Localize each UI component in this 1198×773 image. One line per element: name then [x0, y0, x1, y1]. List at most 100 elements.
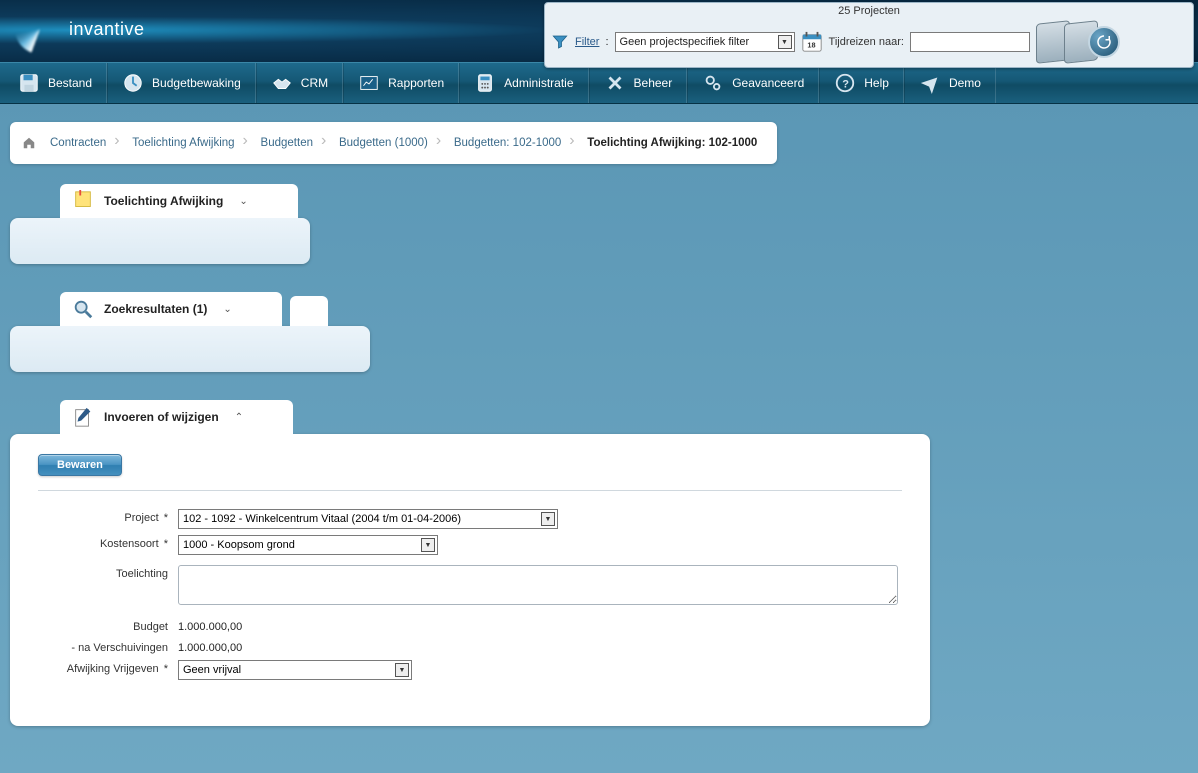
na-verschuivingen-value: 1.000.000,00	[178, 639, 242, 654]
form-panel-body: Bewaren Project * 102 - 1092 - Winkelcen…	[10, 434, 930, 726]
required-marker: *	[164, 538, 168, 550]
afwijking-vrijgeven-value: Geen vrijval	[183, 664, 241, 676]
panel-body	[10, 218, 310, 264]
breadcrumb-item[interactable]: Toelichting Afwijking	[124, 137, 242, 149]
refresh-icon[interactable]	[1088, 26, 1120, 58]
plane-icon	[919, 72, 941, 94]
menu-administratie[interactable]: Administratie	[459, 63, 588, 103]
chevron-right-icon	[569, 132, 579, 154]
chevron-right-icon	[321, 132, 331, 154]
menu-label: Help	[864, 76, 889, 90]
budget-icon	[122, 72, 144, 94]
menu-label: Demo	[949, 76, 981, 90]
secondary-tab[interactable]	[290, 296, 328, 326]
breadcrumb-item[interactable]: Contracten	[42, 137, 114, 149]
menu-help[interactable]: ? Help	[819, 63, 904, 103]
chevron-down-icon: ⌄	[239, 196, 247, 207]
form-row-project: Project * 102 - 1092 - Winkelcentrum Vit…	[38, 509, 902, 529]
funnel-icon	[551, 33, 569, 51]
panel-tab-header[interactable]: Invoeren of wijzigen ⌃	[60, 400, 293, 434]
home-icon[interactable]	[22, 136, 36, 150]
project-label[interactable]: Project	[124, 512, 158, 524]
main-menu: Bestand Budgetbewaking CRM Rapporten Adm…	[0, 62, 1198, 104]
edit-icon	[72, 406, 94, 428]
afwijking-vrijgeven-select[interactable]: Geen vrijval	[178, 660, 412, 680]
handshake-icon	[271, 72, 293, 94]
chevron-right-icon	[243, 132, 253, 154]
chart-icon	[358, 72, 380, 94]
panel-zoekresultaten: Zoekresultaten (1) ⌄	[10, 292, 1188, 372]
menu-label: Budgetbewaking	[152, 76, 241, 90]
required-marker: *	[164, 512, 168, 524]
form-toolbar: Bewaren	[38, 454, 902, 491]
brand-name: invantive	[69, 19, 145, 40]
menu-geavanceerd[interactable]: Geavanceerd	[687, 63, 819, 103]
gears-icon	[702, 72, 724, 94]
breadcrumb-item[interactable]: Budgetten	[253, 137, 321, 149]
breadcrumb-item[interactable]: Budgetten (1000)	[331, 137, 436, 149]
afwijking-vrijgeven-label: Afwijking Vrijgeven	[67, 663, 159, 675]
form-row-budget: Budget 1.000.000,00	[38, 618, 902, 633]
panel-body	[10, 326, 370, 372]
menu-demo[interactable]: Demo	[904, 63, 996, 103]
panel-invoeren: Invoeren of wijzigen ⌃ Bewaren Project *…	[10, 400, 1188, 726]
menu-label: CRM	[301, 76, 328, 90]
chevron-right-icon	[114, 132, 124, 154]
svg-text:?: ?	[843, 79, 850, 91]
tijdreizen-input[interactable]	[910, 32, 1030, 52]
note-icon	[72, 190, 94, 212]
kostensoort-select-value: 1000 - Koopsom grond	[183, 539, 295, 551]
project-filter-value: Geen projectspecifiek filter	[620, 36, 750, 48]
menu-beheer[interactable]: Beheer	[589, 63, 688, 103]
search-icon	[72, 298, 94, 320]
brand-logo: invantive	[15, 4, 195, 54]
calendar-icon[interactable]: 18	[801, 31, 823, 53]
menu-label: Geavanceerd	[732, 76, 804, 90]
menu-budgetbewaking[interactable]: Budgetbewaking	[107, 63, 256, 103]
breadcrumb-item-active: Toelichting Afwijking: 102-1000	[579, 137, 765, 149]
chevron-down-icon	[421, 538, 435, 552]
save-icon	[18, 72, 40, 94]
chevron-down-icon	[541, 512, 555, 526]
budget-label: Budget	[133, 621, 168, 633]
chevron-down-icon	[778, 35, 792, 49]
panel-title: Invoeren of wijzigen	[104, 410, 219, 424]
toelichting-label: Toelichting	[116, 568, 168, 580]
breadcrumb-item[interactable]: Budgetten: 102-1000	[446, 137, 569, 149]
menu-bestand[interactable]: Bestand	[4, 63, 107, 103]
projects-count-label: 25 Projecten	[551, 5, 1187, 19]
panel-tab-header[interactable]: Zoekresultaten (1) ⌄	[60, 292, 282, 326]
menu-label: Bestand	[48, 76, 92, 90]
project-filter-select[interactable]: Geen projectspecifiek filter	[615, 32, 795, 52]
chevron-up-icon: ⌃	[235, 412, 243, 423]
svg-text:18: 18	[807, 41, 815, 50]
calculator-icon	[474, 72, 496, 94]
tijdreizen-label: Tijdreizen naar:	[829, 36, 904, 48]
menu-crm[interactable]: CRM	[256, 63, 343, 103]
panel-tab-header[interactable]: Toelichting Afwijking ⌄	[60, 184, 298, 218]
content-area: Contracten Toelichting Afwijking Budgett…	[0, 104, 1198, 772]
project-select[interactable]: 102 - 1092 - Winkelcentrum Vitaal (2004 …	[178, 509, 558, 529]
panel-toelichting-afwijking: Toelichting Afwijking ⌄	[10, 184, 1188, 264]
menu-label: Rapporten	[388, 76, 444, 90]
project-select-value: 102 - 1092 - Winkelcentrum Vitaal (2004 …	[183, 513, 461, 525]
form-row-afwijking-vrijgeven: Afwijking Vrijgeven * Geen vrijval	[38, 660, 902, 680]
save-button[interactable]: Bewaren	[38, 454, 122, 476]
help-icon: ?	[834, 72, 856, 94]
budget-value: 1.000.000,00	[178, 618, 242, 633]
panel-title: Zoekresultaten (1)	[104, 302, 207, 316]
na-verschuivingen-label: - na Verschuivingen	[71, 642, 168, 654]
tools-icon	[604, 72, 626, 94]
form-row-toelichting: Toelichting	[38, 565, 902, 608]
breadcrumb: Contracten Toelichting Afwijking Budgett…	[10, 122, 777, 164]
kostensoort-select[interactable]: 1000 - Koopsom grond	[178, 535, 438, 555]
top-toolbar-panel: 25 Projecten Filter : Geen projectspecif…	[544, 2, 1194, 68]
kostensoort-label[interactable]: Kostensoort	[100, 538, 159, 550]
menu-rapporten[interactable]: Rapporten	[343, 63, 459, 103]
filter-colon: :	[605, 36, 608, 48]
chevron-down-icon: ⌄	[223, 304, 231, 315]
toelichting-textarea[interactable]	[178, 565, 898, 605]
filter-label[interactable]: Filter	[575, 36, 599, 48]
form-row-kostensoort: Kostensoort * 1000 - Koopsom grond	[38, 535, 902, 555]
form-row-na-verschuivingen: - na Verschuivingen 1.000.000,00	[38, 639, 902, 654]
